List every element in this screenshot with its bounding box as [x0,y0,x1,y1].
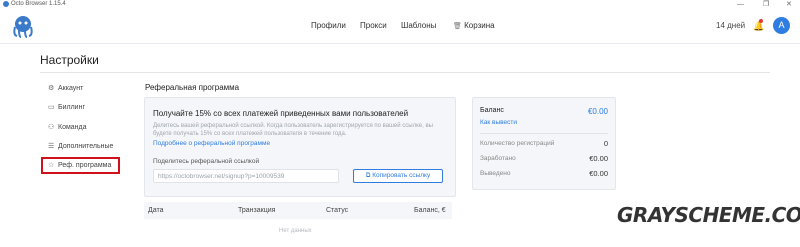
earned-value: €0.00 [589,154,608,163]
copy-link-label: Копировать ссылку [372,172,431,179]
withdrawn-label: Выведено [480,170,511,177]
notifications-bell-icon[interactable]: 🔔 [753,19,764,32]
nav-templates[interactable]: Шаблоны [401,21,436,30]
notification-dot [759,19,763,23]
copy-link-button[interactable]: ⧉ Копировать ссылку [353,169,443,183]
table-empty-text: Нет данных [279,228,312,234]
page-title: Настройки [40,53,99,67]
sidebar-item-account[interactable]: ⚙ Аккаунт [48,84,83,92]
referral-card: Получайте 15% со всех платежей приведенн… [144,97,456,197]
top-nav: Профили Прокси Шаблоны 🗑 Корзина 14 дней… [0,9,800,44]
column-date[interactable]: Дата [148,207,164,214]
maximize-button[interactable]: ❐ [763,0,769,9]
share-label: Поделитесь реферальной ссылкой [153,158,260,165]
sidebar-item-additional[interactable]: ☰ Дополнительные [48,142,113,150]
balance-divider [480,133,608,134]
close-window-button[interactable]: ✕ [786,0,792,9]
watermark: GRAYSCHEME.COM [617,203,800,227]
window-titlebar: Octo Browser 1.15.4 — ❐ ✕ [0,0,800,9]
copy-icon: ⧉ [365,172,371,179]
earned-label: Заработано [480,155,516,162]
column-transaction[interactable]: Транзакция [238,207,275,214]
nav-profiles[interactable]: Профили [311,21,346,30]
title-divider [40,72,770,73]
sidebar-item-billing[interactable]: ▭ Биллинг [48,103,85,111]
trash-icon: 🗑 [453,23,462,30]
gear-icon: ⚙ [48,85,55,92]
sidebar-item-label: Дополнительные [58,143,114,150]
nav-proxies[interactable]: Прокси [360,21,387,30]
octo-logo-icon[interactable] [10,13,36,39]
referral-more-link[interactable]: Подробнее о реферальной программе [153,140,270,147]
referral-link-field[interactable]: https://octobrowser.net/signup?p=1000953… [153,169,339,183]
registrations-label: Количество регистраций [480,140,555,147]
wallet-icon: ▭ [48,104,55,111]
nav-trash[interactable]: 🗑 Корзина [453,21,495,30]
sidebar-item-label: Биллинг [58,104,86,111]
referral-description: Делитесь вашей реферальной ссылкой. Когд… [153,123,433,137]
balance-card: Баланс €0.00 Как вывести Количество реги… [472,97,616,190]
subscription-days: 14 дней [716,21,746,30]
registrations-value: 0 [603,139,608,148]
referral-highlight-box [41,157,120,174]
sliders-icon: ☰ [48,143,55,150]
balance-value: €0.00 [587,107,608,116]
minimize-button[interactable]: — [737,0,744,9]
referral-headline: Получайте 15% со всех платежей приведенн… [153,109,409,118]
withdraw-link[interactable]: Как вывести [480,119,517,126]
window-title: Octo Browser 1.15.4 [11,1,66,7]
section-title: Реферальная программа [145,83,240,92]
nav-trash-label: Корзина [464,21,495,30]
sidebar-item-label: Аккаунт [58,85,84,92]
column-status[interactable]: Статус [326,207,348,214]
sidebar-item-label: Команда [58,124,87,131]
withdrawn-value: €0.00 [589,169,608,178]
avatar[interactable]: A [773,17,790,34]
sidebar-item-team[interactable]: ⚇ Команда [48,123,87,131]
table-header [144,202,452,219]
balance-label: Баланс [480,107,504,114]
team-icon: ⚇ [48,124,55,131]
app-icon [3,1,9,7]
column-balance[interactable]: Баланс, € [414,207,446,214]
